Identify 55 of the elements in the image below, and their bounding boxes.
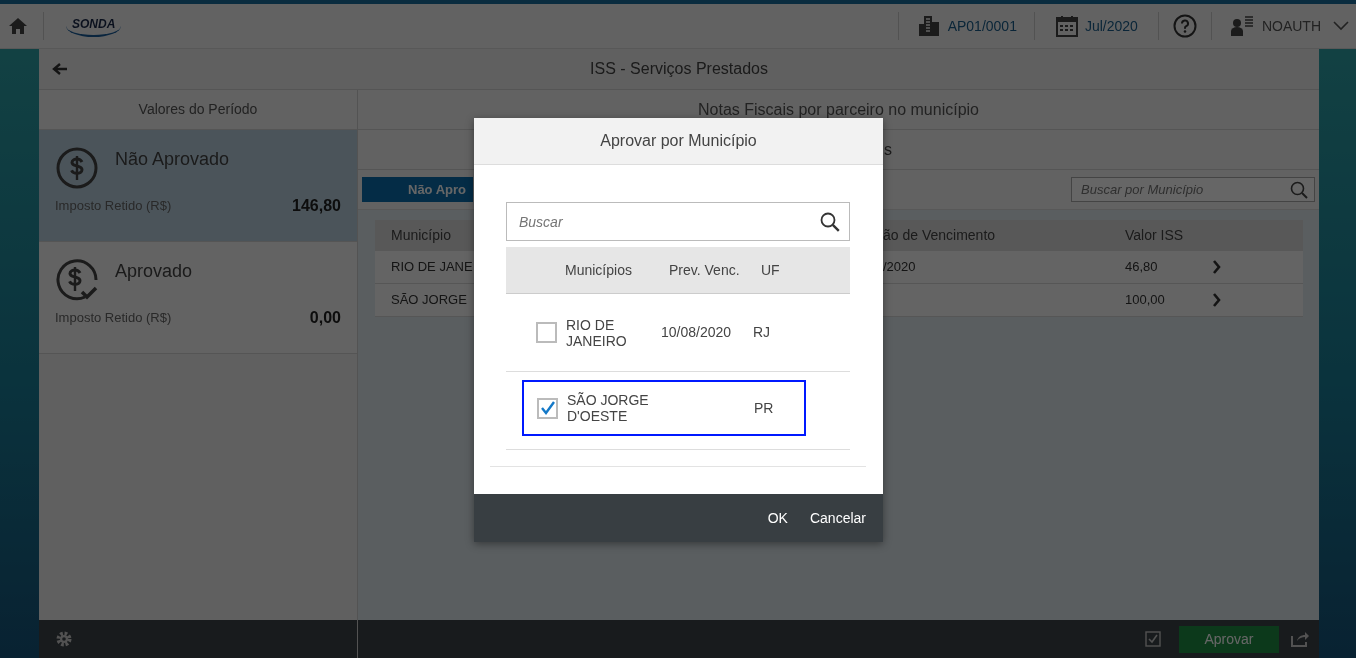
- column-header: UF: [761, 261, 780, 278]
- check-icon: [540, 401, 555, 415]
- chevron-down-icon[interactable]: [1333, 21, 1349, 31]
- state-code: RJ: [753, 323, 771, 342]
- company-link[interactable]: AP01/0001: [947, 15, 1017, 37]
- search-field[interactable]: Buscar: [506, 202, 850, 241]
- section-title: Notas Fiscais por parceiro no município: [698, 99, 979, 120]
- home-icon[interactable]: [8, 16, 28, 36]
- filter-button[interactable]: Não Apro: [362, 177, 473, 202]
- table-cell: /2020: [883, 259, 916, 275]
- dollar-icon: [55, 146, 99, 190]
- checkbox-icon[interactable]: [1145, 631, 1161, 647]
- due-date: 10/08/2020: [661, 324, 732, 340]
- user-icon: [1229, 14, 1254, 38]
- list-row[interactable]: RIO DE JANEIRO 10/08/2020 RJ: [506, 294, 850, 371]
- card-title: Não Aprovado: [115, 148, 230, 171]
- back-arrow-icon[interactable]: [52, 62, 68, 76]
- user-name[interactable]: NOAUTH: [1261, 15, 1321, 37]
- column-header: ão de Vencimento: [882, 226, 997, 245]
- card-title: Aprovado: [115, 260, 193, 283]
- card-value: 146,80: [292, 196, 341, 216]
- municipality-name: SÃO JORGE D'OESTE: [567, 392, 650, 424]
- checkbox[interactable]: [536, 322, 557, 343]
- calendar-icon: [1054, 14, 1079, 38]
- column-header: Município: [390, 226, 452, 245]
- municipality-name: RIO DE JANEIRO: [566, 316, 628, 349]
- cancel-button[interactable]: Cancelar: [809, 507, 866, 529]
- ok-button[interactable]: OK: [767, 507, 788, 529]
- dialog-title: Aprovar por Município: [474, 118, 883, 165]
- column-header: Prev. Venc.: [669, 261, 740, 278]
- table-cell: 46,80: [1125, 259, 1158, 275]
- card-value: 0,00: [309, 308, 341, 328]
- settings-icon[interactable]: [55, 630, 73, 648]
- state-code: PR: [754, 398, 774, 418]
- table-cell: 100,00: [1125, 292, 1165, 308]
- card-label: Imposto Retido (R$): [55, 309, 172, 328]
- approve-button[interactable]: Aprovar: [1179, 625, 1279, 653]
- list-row[interactable]: SÃO JORGE D'OESTE PR: [522, 380, 806, 436]
- checkbox[interactable]: [537, 397, 558, 419]
- column-header: Municípios: [565, 261, 632, 278]
- logo: SONDA: [66, 15, 122, 37]
- search-icon: [1290, 180, 1308, 199]
- search-icon: [820, 211, 840, 232]
- page-title: ISS - Serviços Prestados: [589, 59, 769, 79]
- table-cell: SÃO JORGE: [391, 292, 467, 308]
- tab-label[interactable]: s: [884, 137, 892, 162]
- column-header: Valor ISS: [1124, 226, 1185, 245]
- chevron-right-icon[interactable]: [1212, 293, 1221, 307]
- building-icon: [916, 14, 941, 38]
- period-link[interactable]: Jul/2020: [1084, 15, 1138, 37]
- help-icon[interactable]: [1172, 14, 1197, 38]
- share-icon[interactable]: [1291, 631, 1309, 647]
- table-cell: RIO DE JANE: [391, 259, 473, 275]
- chevron-right-icon[interactable]: [1212, 260, 1221, 274]
- dollar-check-icon: [55, 258, 99, 302]
